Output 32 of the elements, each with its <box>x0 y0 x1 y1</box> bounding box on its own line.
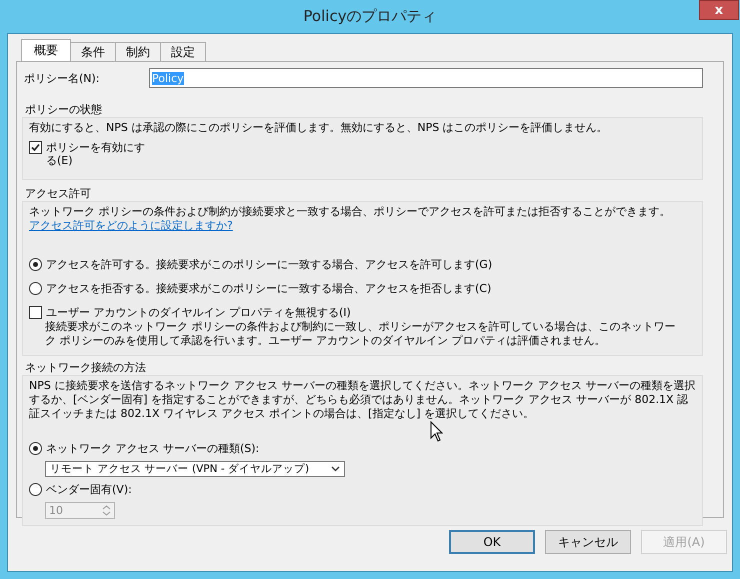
tab[interactable]: 設定 <box>160 42 206 61</box>
checkbox-label[interactable]: ユーザー アカウントのダイヤルイン プロパティを無視する(I) <box>46 305 351 320</box>
radio-button[interactable] <box>29 442 42 455</box>
dialog-button[interactable]: キャンセル <box>545 530 631 554</box>
group-title: アクセス許可 <box>24 186 92 201</box>
checkbox-label[interactable]: ポリシーを有効にする(E) <box>46 141 146 167</box>
tab[interactable]: 条件 <box>70 42 116 61</box>
help-link[interactable]: アクセス許可をどのように設定しますか? <box>29 219 233 232</box>
close-button[interactable]: x <box>699 0 739 20</box>
radio-label[interactable]: アクセスを拒否する。接続要求がこのポリシーに一致する場合、アクセスを拒否します(C) <box>46 281 492 296</box>
mouse-pointer-icon <box>430 421 443 442</box>
radio-button[interactable] <box>29 258 42 271</box>
description-text: 接続要求がこのネットワーク ポリシーの条件および制約に一致し、ポリシーがアクセスを許可している場合は、このネットワーク ポリシーのみを使用して承認を行います。ユーザー アカウントのダイヤルイン プロパティは評価されません。 <box>45 320 676 348</box>
dialog-button[interactable]: OK <box>449 530 535 554</box>
group-title: ネットワーク接続の方法 <box>24 360 147 375</box>
radio-label[interactable]: ベンダー固有(V): <box>46 482 132 497</box>
radio-button[interactable] <box>29 483 42 496</box>
radio-label[interactable]: アクセスを許可する。接続要求がこのポリシーに一致する場合、アクセスを許可します(G) <box>46 257 492 272</box>
checkbox[interactable] <box>29 141 42 154</box>
checkbox[interactable] <box>29 306 42 319</box>
group-title: ポリシーの状態 <box>24 102 103 117</box>
radio-label[interactable]: ネットワーク アクセス サーバーの種類(S): <box>46 440 260 456</box>
description-text: NPS に接続要求を送信するネットワーク アクセス サーバーの種類を選択してください。ネットワーク アクセス サーバーの種類を選択するか、[ベンダー固有] を指定することができますが、どちらも必須ではありません。ネットワーク アクセス サーバーが 802.1X 認証スイッチまたは 802.1X ワイヤレス アクセス ポイントの場合は、[指定なし] を選択してください。 <box>29 379 696 421</box>
chevron-down-icon <box>331 466 340 472</box>
tab[interactable]: 概要 <box>21 39 71 61</box>
window-title: Policyのプロパティ <box>303 7 437 26</box>
description-text: ネットワーク ポリシーの条件および制約が接続要求と一致する場合、ポリシーでアクセスを許可または拒否することができます。 アクセス許可をどのように設定しますか? <box>29 205 672 233</box>
description-text: 有効にすると、NPS は承認の際にこのポリシーを評価します。無効にすると、NPS はこのポリシーを評価しません。 <box>29 121 609 135</box>
radio-button[interactable] <box>29 282 42 295</box>
server-type-dropdown[interactable]: リモート アクセス サーバー (VPN - ダイヤルアップ) <box>45 460 345 477</box>
tab[interactable]: 制約 <box>115 42 161 61</box>
field-label: ポリシー名(N): <box>24 70 101 86</box>
